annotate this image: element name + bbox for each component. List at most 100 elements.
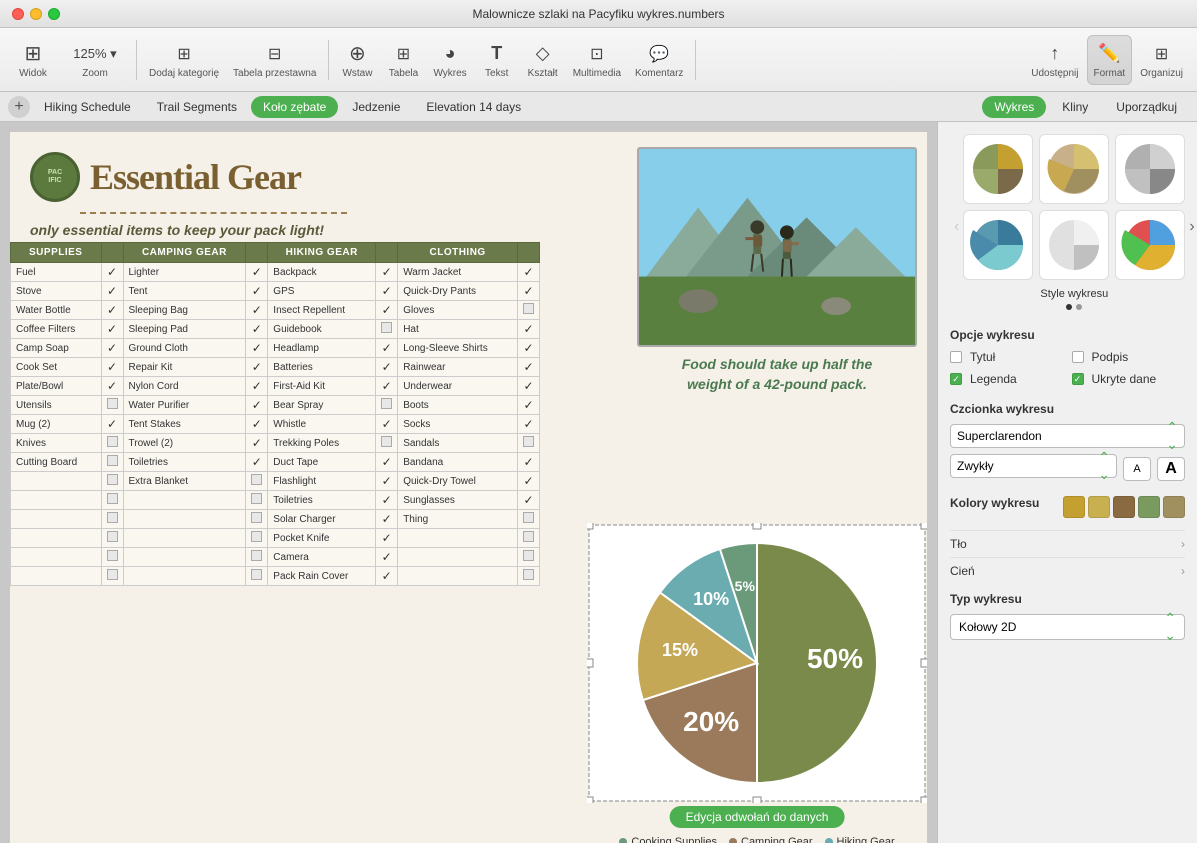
table-cell-h-check[interactable]: ✓ — [376, 358, 398, 377]
toolbar-widok[interactable]: ⊞ Widok — [8, 36, 58, 84]
table-cell-s-check[interactable]: ✓ — [101, 415, 123, 434]
font-size-small[interactable]: A — [1123, 457, 1151, 481]
chart-style-3[interactable] — [1115, 134, 1185, 204]
color-swatch-1[interactable] — [1063, 496, 1085, 518]
color-swatch-3[interactable] — [1113, 496, 1135, 518]
table-cell-s-check[interactable]: ✓ — [101, 339, 123, 358]
table-cell-c-check[interactable]: ✓ — [246, 377, 268, 396]
table-cell-c-check[interactable]: ✓ — [246, 263, 268, 282]
style-dot-2[interactable] — [1076, 304, 1082, 310]
chart-style-5[interactable] — [1039, 210, 1109, 280]
option-podpis-checkbox[interactable] — [1072, 351, 1084, 363]
toolbar-organizuj[interactable]: ⊞ Organizuj — [1134, 36, 1189, 84]
table-cell-h-check[interactable]: ✓ — [376, 491, 398, 510]
table-cell-cl-check[interactable] — [518, 548, 540, 567]
table-cell-cl-check[interactable]: ✓ — [518, 491, 540, 510]
next-arrow[interactable]: › — [1185, 214, 1197, 240]
close-button[interactable] — [12, 8, 24, 20]
table-cell-cl-check[interactable]: ✓ — [518, 320, 540, 339]
table-cell-s-check[interactable]: ✓ — [101, 263, 123, 282]
style-dot-1[interactable] — [1066, 304, 1072, 310]
table-cell-h-check[interactable]: ✓ — [376, 510, 398, 529]
table-cell-c-check[interactable]: ✓ — [246, 358, 268, 377]
color-swatch-5[interactable] — [1163, 496, 1185, 518]
table-cell-s-check[interactable] — [101, 510, 123, 529]
table-cell-cl-check[interactable]: ✓ — [518, 339, 540, 358]
table-cell-h-check[interactable]: ✓ — [376, 548, 398, 567]
toolbar-wstaw[interactable]: ⊕ Wstaw — [335, 36, 379, 84]
font-style-select[interactable]: Zwykły ⌃⌄ — [950, 454, 1117, 478]
toolbar-tabela-przestawna[interactable]: ⊟ Tabela przestawna — [227, 36, 322, 84]
table-cell-s-check[interactable]: ✓ — [101, 377, 123, 396]
table-cell-s-check[interactable] — [101, 548, 123, 567]
table-cell-s-check[interactable]: ✓ — [101, 301, 123, 320]
tab-trail-segments[interactable]: Trail Segments — [145, 96, 249, 118]
table-cell-s-check[interactable]: ✓ — [101, 282, 123, 301]
table-cell-c-check[interactable]: ✓ — [246, 415, 268, 434]
table-cell-c-check[interactable] — [246, 510, 268, 529]
table-cell-cl-check[interactable] — [518, 434, 540, 453]
chart-edit-button[interactable]: Edycja odwołań do danych — [670, 806, 845, 828]
table-cell-s-check[interactable] — [101, 434, 123, 453]
table-cell-cl-check[interactable]: ✓ — [518, 396, 540, 415]
table-cell-c-check[interactable]: ✓ — [246, 396, 268, 415]
table-cell-c-check[interactable] — [246, 529, 268, 548]
table-cell-c-check[interactable]: ✓ — [246, 282, 268, 301]
panel-cien[interactable]: Cień › — [950, 557, 1185, 584]
color-swatch-4[interactable] — [1138, 496, 1160, 518]
tab-hiking-schedule[interactable]: Hiking Schedule — [32, 96, 143, 118]
chart-style-4[interactable] — [963, 210, 1033, 280]
table-cell-c-check[interactable]: ✓ — [246, 434, 268, 453]
option-ukryte-checkbox[interactable]: ✓ — [1072, 373, 1084, 385]
table-cell-s-check[interactable]: ✓ — [101, 320, 123, 339]
table-cell-h-check[interactable]: ✓ — [376, 263, 398, 282]
tab-elevation[interactable]: Elevation 14 days — [414, 96, 533, 118]
toolbar-tekst[interactable]: T Tekst — [475, 36, 519, 84]
table-cell-c-check[interactable]: ✓ — [246, 339, 268, 358]
table-cell-cl-check[interactable] — [518, 529, 540, 548]
toolbar-dodaj[interactable]: ⊞ Dodaj kategorię — [143, 36, 225, 84]
table-cell-cl-check[interactable]: ✓ — [518, 377, 540, 396]
font-size-large[interactable]: A — [1157, 457, 1185, 481]
color-swatch-2[interactable] — [1088, 496, 1110, 518]
table-cell-h-check[interactable]: ✓ — [376, 339, 398, 358]
table-cell-c-check[interactable] — [246, 567, 268, 586]
table-cell-h-check[interactable]: ✓ — [376, 282, 398, 301]
table-cell-s-check[interactable] — [101, 567, 123, 586]
table-cell-h-check[interactable]: ✓ — [376, 415, 398, 434]
toolbar-tabela[interactable]: ⊞ Tabela — [381, 36, 425, 84]
table-cell-cl-check[interactable]: ✓ — [518, 472, 540, 491]
panel-tlo[interactable]: Tło › — [950, 530, 1185, 557]
tab-add-button[interactable]: + — [8, 96, 30, 118]
minimize-button[interactable] — [30, 8, 42, 20]
toolbar-komentarz[interactable]: 💬 Komentarz — [629, 36, 689, 84]
table-cell-cl-check[interactable]: ✓ — [518, 453, 540, 472]
table-cell-h-check[interactable]: ✓ — [376, 529, 398, 548]
option-legenda-checkbox[interactable]: ✓ — [950, 373, 962, 385]
table-cell-h-check[interactable]: ✓ — [376, 377, 398, 396]
table-cell-h-check[interactable]: ✓ — [376, 453, 398, 472]
toolbar-format[interactable]: ✏️ Format — [1087, 35, 1133, 85]
toolbar-zoom[interactable]: 125% ▾ Zoom — [60, 36, 130, 84]
table-cell-s-check[interactable] — [101, 472, 123, 491]
table-cell-s-check[interactable] — [101, 396, 123, 415]
table-cell-c-check[interactable] — [246, 548, 268, 567]
table-cell-cl-check[interactable] — [518, 510, 540, 529]
tab-kliny[interactable]: Kliny — [1050, 96, 1100, 118]
fullscreen-button[interactable] — [48, 8, 60, 20]
prev-arrow[interactable]: ‹ — [950, 214, 963, 240]
tab-wykres[interactable]: Wykres — [982, 96, 1046, 118]
table-cell-cl-check[interactable]: ✓ — [518, 282, 540, 301]
toolbar-wykres[interactable]: ◕ Wykres — [427, 36, 472, 84]
chart-style-6[interactable] — [1115, 210, 1185, 280]
chart-style-1[interactable] — [963, 134, 1033, 204]
option-tytul-checkbox[interactable] — [950, 351, 962, 363]
tab-jedzenie[interactable]: Jedzenie — [340, 96, 412, 118]
toolbar-multimedia[interactable]: ⊡ Multimedia — [567, 36, 627, 84]
chart-style-2[interactable] — [1039, 134, 1109, 204]
toolbar-udostepnij[interactable]: ↑ Udostępnij — [1025, 36, 1084, 84]
table-cell-c-check[interactable]: ✓ — [246, 453, 268, 472]
font-name-select[interactable]: Superclarendon ⌃⌄ — [950, 424, 1185, 448]
table-cell-h-check[interactable]: ✓ — [376, 301, 398, 320]
table-cell-cl-check[interactable]: ✓ — [518, 358, 540, 377]
